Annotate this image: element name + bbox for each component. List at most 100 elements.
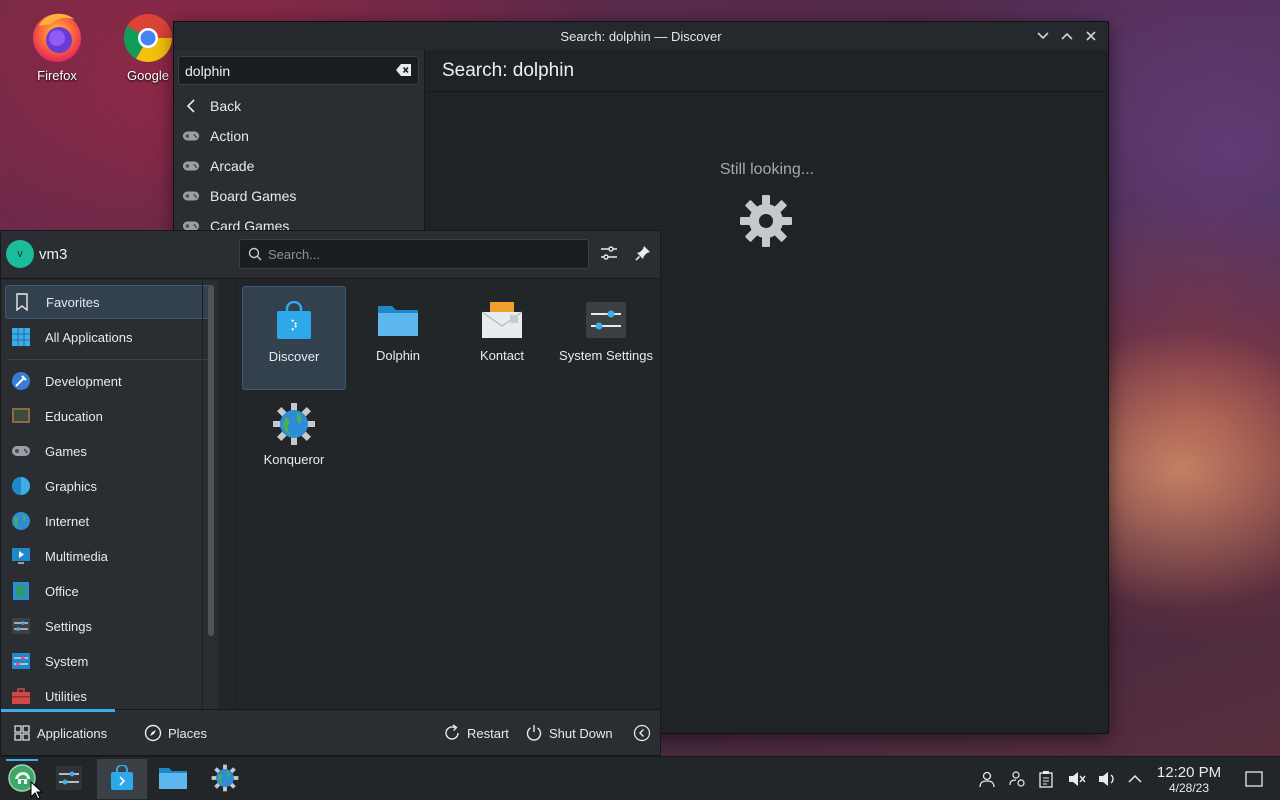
show-desktop-icon[interactable] [1243, 768, 1265, 790]
category-all-applications[interactable]: All Applications [5, 320, 214, 354]
sidebar-item-back[interactable]: Back [174, 91, 424, 121]
development-icon [11, 371, 31, 391]
category-office[interactable]: Office [5, 574, 214, 608]
category-label: Multimedia [45, 548, 108, 564]
favorite-discover[interactable]: Discover [242, 286, 346, 390]
app-grid-icon [11, 327, 31, 347]
category-label: Games [45, 443, 87, 459]
sidebar-item-arcade[interactable]: Arcade [174, 151, 424, 181]
tile-label: System Settings [559, 348, 653, 363]
category-settings[interactable]: Settings [5, 609, 214, 643]
launcher-search-input[interactable]: Search... [239, 239, 589, 269]
pin-button[interactable] [631, 242, 655, 266]
window-title: Search: dolphin — Discover [560, 28, 722, 44]
tile-label: Konqueror [263, 452, 325, 467]
shutdown-button[interactable]: Shut Down [525, 724, 613, 742]
tray-network-user-icon[interactable] [1006, 768, 1028, 790]
settings-sliders-icon [55, 765, 83, 794]
category-sidebar: Favorites All Applications Development E… [1, 280, 218, 709]
compass-icon [144, 724, 162, 742]
tile-label: Discover [268, 349, 320, 364]
clear-text-icon[interactable] [396, 63, 412, 77]
sidebar-item-label: Board Games [210, 188, 297, 204]
scrollbar-thumb[interactable] [208, 286, 214, 636]
tray-expand-chevron-icon[interactable] [1124, 768, 1146, 790]
search-input-value: dolphin [185, 62, 231, 79]
gamepad-icon [182, 187, 200, 205]
more-power-options-button[interactable] [633, 724, 651, 742]
page-title: Search: dolphin [426, 50, 1108, 92]
taskbar-discover[interactable] [97, 759, 147, 799]
taskbar-konqueror[interactable] [205, 759, 245, 799]
power-icon [525, 724, 543, 742]
favorite-system-settings[interactable]: System Settings [554, 286, 658, 390]
category-internet[interactable]: Internet [5, 504, 214, 538]
sidebar-item-label: Action [210, 128, 249, 144]
category-scrollbar[interactable] [202, 280, 218, 709]
maximize-icon[interactable] [1058, 27, 1076, 45]
back-arrow-icon [182, 97, 200, 115]
education-icon [11, 406, 31, 426]
favorite-kontact[interactable]: Kontact [450, 286, 554, 390]
category-development[interactable]: Development [5, 364, 214, 398]
category-games[interactable]: Games [5, 434, 214, 468]
category-system[interactable]: System [5, 644, 214, 678]
mouse-cursor-icon [30, 780, 44, 800]
gamepad-icon [182, 127, 200, 145]
restart-icon [443, 724, 461, 742]
favorite-konqueror[interactable]: Konqueror [242, 390, 346, 494]
tab-applications[interactable]: Applications [13, 724, 107, 742]
taskbar: 12:20 PM 4/28/23 [0, 756, 1280, 800]
system-icon [11, 651, 31, 671]
restart-button[interactable]: Restart [443, 724, 509, 742]
multimedia-icon [11, 546, 31, 566]
tray-volume-icon[interactable] [1096, 768, 1118, 790]
favorite-dolphin[interactable]: Dolphin [346, 286, 450, 390]
tray-clipboard-icon[interactable] [1035, 768, 1057, 790]
category-label: Graphics [45, 478, 98, 494]
clock-date: 4/28/23 [1168, 781, 1210, 795]
tray-user-icon[interactable] [976, 768, 998, 790]
category-label: System [45, 653, 89, 669]
divider [7, 359, 213, 360]
category-education[interactable]: Education [5, 399, 214, 433]
sliders-icon [600, 245, 618, 264]
graphics-icon [11, 476, 31, 496]
digital-clock[interactable]: 12:20 PM 4/28/23 [1152, 765, 1226, 796]
search-icon [248, 247, 262, 261]
bookmark-icon [12, 292, 32, 312]
tab-places[interactable]: Places [144, 724, 207, 742]
category-label: Education [45, 408, 103, 424]
sidebar-item-board-games[interactable]: Board Games [174, 181, 424, 211]
window-titlebar[interactable]: Search: dolphin — Discover [174, 22, 1108, 50]
firefox-icon [29, 8, 85, 64]
category-graphics[interactable]: Graphics [5, 469, 214, 503]
tile-label: Dolphin [375, 348, 421, 363]
category-utilities[interactable]: Utilities [5, 679, 214, 713]
tab-label: Places [168, 725, 208, 741]
avatar[interactable]: v [6, 240, 34, 268]
category-favorites[interactable]: Favorites [5, 285, 214, 319]
folder-icon [376, 298, 420, 342]
active-tab-indicator [1, 709, 115, 712]
gamepad-icon [11, 441, 31, 461]
desktop-icon-label: Firefox [37, 68, 77, 83]
username: vm3 [39, 246, 68, 263]
tray-audio-muted-icon[interactable] [1066, 768, 1088, 790]
discover-search-input[interactable]: dolphin [178, 56, 419, 85]
category-label: Office [45, 583, 79, 599]
taskbar-dolphin[interactable] [153, 759, 193, 799]
desktop-icon-firefox[interactable]: Firefox [17, 8, 97, 83]
application-launcher: v vm3 Search... Favorites All Applicatio… [0, 230, 661, 756]
loading-gear-icon [737, 192, 795, 250]
close-icon[interactable] [1082, 27, 1100, 45]
favorites-grid: Discover Dolphin Kontact System Settings… [235, 280, 660, 709]
sidebar-item-action[interactable]: Action [174, 121, 424, 151]
taskbar-system-settings[interactable] [49, 759, 89, 799]
configure-button[interactable] [597, 242, 621, 266]
minimize-icon[interactable] [1034, 27, 1052, 45]
category-label: Settings [45, 618, 92, 634]
chevron-left-circle-icon [633, 724, 651, 742]
category-label: Internet [45, 513, 90, 529]
category-multimedia[interactable]: Multimedia [5, 539, 214, 573]
